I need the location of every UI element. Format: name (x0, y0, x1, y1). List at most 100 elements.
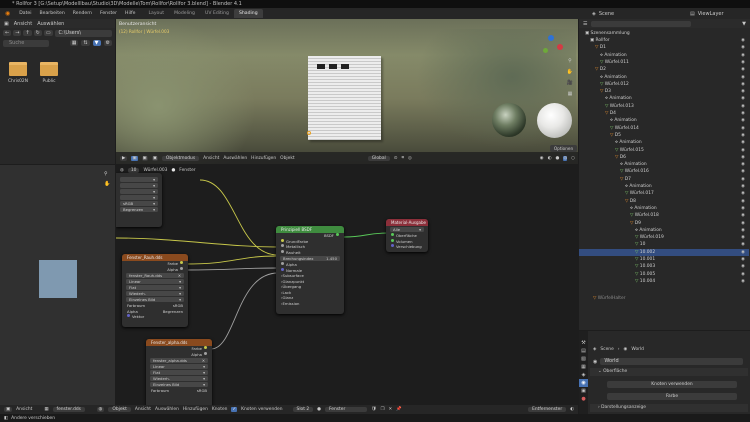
node-row[interactable]: Farbraum sRGB (146, 388, 212, 394)
outliner-item[interactable]: ⟡ Animation ◉ (579, 95, 749, 102)
outliner-item[interactable]: ▽ Würfel.015 ◉ (579, 147, 749, 154)
outliner-item[interactable]: ▽ Würfel.011 ◉ (579, 59, 749, 66)
node-field[interactable]: Wiederh. ▾ (126, 291, 184, 296)
outliner-item[interactable]: ▽ 10.003 ◉ (579, 263, 749, 270)
shader-node-editor[interactable]: ◍ 10 Würfel.003 ● Fenster ▾ ▾ ▾ ▾ sRGB ▾ … (116, 165, 578, 405)
node-field[interactable]: ▾ (120, 183, 158, 188)
image-menu-view[interactable]: Ansicht (16, 407, 32, 412)
outliner-item[interactable]: ⟡ Animation ◉ (579, 205, 749, 212)
outliner-item[interactable]: ▽ WürfelHalter (579, 295, 749, 302)
outliner-item[interactable]: ▽ Würfel.014 ◉ (579, 125, 749, 132)
building-object[interactable] (308, 56, 381, 140)
filter-icon[interactable]: ▼ (92, 40, 101, 46)
pan-hand-icon[interactable]: ✋ (104, 179, 110, 189)
duplicate-icon[interactable]: ❐ (381, 407, 385, 412)
axis-y-icon[interactable] (543, 48, 548, 53)
camera-icon[interactable]: 🎥 (565, 78, 575, 89)
view-layer-selector[interactable]: ▤ ViewLayer (690, 10, 724, 17)
fb-menu-view[interactable]: Ansicht (14, 21, 32, 27)
visibility-eye-icon[interactable]: ◉ (741, 52, 745, 59)
surface-panel-header[interactable]: ⌄ Oberfläche (590, 368, 748, 376)
outliner-item[interactable]: ▽ Würfel.018 ◉ (579, 212, 749, 219)
outliner-item[interactable]: ▽ D1 ◉ (579, 44, 749, 51)
vp-menu-add[interactable]: Hinzufügen (251, 156, 276, 161)
outliner-item[interactable]: ⟡ Animation ◉ (579, 161, 749, 168)
visibility-eye-icon[interactable]: ◉ (741, 227, 745, 234)
node-field[interactable]: Flat ▾ (126, 285, 184, 290)
axis-x-icon[interactable] (557, 44, 563, 50)
menu-window[interactable]: Fenster (96, 8, 121, 19)
outliner-item[interactable]: ▽ D4 ◉ (579, 110, 749, 117)
overlay-icon[interactable]: ◐ (570, 407, 574, 412)
node-principled-bsdf[interactable]: Prinzipiell BSDF BSDF GrundFarbe Metalli… (276, 226, 344, 314)
outliner-item[interactable]: ▽ D2 ◉ (579, 66, 749, 73)
folder-item[interactable]: Public (36, 62, 62, 84)
outliner-item[interactable]: ▽ 10.002 ◉ (579, 248, 749, 256)
render-tab-icon[interactable]: ▤ (579, 347, 588, 355)
node-target-field[interactable]: Alle ▾ (390, 227, 424, 232)
outliner-item[interactable]: ⟡ Animation ◉ (579, 139, 749, 146)
node-input-socket[interactable]: Verschiebung (386, 244, 428, 250)
visibility-eye-icon[interactable]: ◉ (741, 212, 745, 219)
ne-menu-node[interactable]: Knoten (212, 407, 228, 412)
select-mode-icon[interactable]: ▣ (131, 155, 138, 161)
node-ior-field[interactable]: Brechungsindex 1.450 (280, 256, 340, 261)
mode-dropdown[interactable]: Objektmodus (161, 155, 200, 161)
tool-tab-icon[interactable]: ⚒ (579, 339, 588, 347)
visibility-icon[interactable]: ◉ (540, 156, 544, 161)
outliner-item[interactable]: ▽ D6 ◉ (579, 154, 749, 161)
outliner-root[interactable]: ▣ Szenensammlung (579, 30, 749, 37)
material-name-field[interactable]: Fenster (324, 407, 367, 412)
visibility-eye-icon[interactable]: ◉ (741, 74, 745, 81)
outliner-item[interactable]: ▽ D3 ◉ (579, 88, 749, 95)
outliner-item[interactable]: ⟡ Animation ◉ (579, 183, 749, 190)
node-field[interactable]: Flat ▾ (150, 370, 208, 375)
view-layer-tab-icon[interactable]: ▦ (579, 363, 588, 371)
snap-icon[interactable]: ⌗ (401, 155, 403, 161)
fb-menu-select[interactable]: Auswählen (37, 21, 64, 27)
outliner-item[interactable]: ⟡ Animation ◉ (579, 74, 749, 81)
outliner-item[interactable]: ▽ Würfel.017 ◉ (579, 190, 749, 197)
use-nodes-checkbox[interactable]: ✓ (231, 407, 238, 412)
visibility-eye-icon[interactable]: ◉ (741, 234, 745, 241)
settings-icon[interactable]: ⚙ (103, 40, 112, 46)
visibility-eye-icon[interactable]: ◉ (741, 117, 745, 124)
shading-rendered-icon[interactable]: ○ (571, 156, 575, 161)
outliner-item[interactable]: ▽ D9 ◉ (579, 220, 749, 227)
ne-menu-select[interactable]: Auswählen (155, 407, 179, 412)
object-tab-icon[interactable]: ▣ (579, 387, 588, 395)
pivot-icon[interactable]: ⊙ (394, 156, 398, 161)
visibility-eye-icon[interactable]: ◉ (741, 59, 745, 66)
visibility-eye-icon[interactable]: ◉ (741, 256, 745, 263)
zoom-icon[interactable]: ⚲ (565, 56, 575, 67)
node-image-field[interactable]: fenster_Rauh.dds ✕ (126, 273, 184, 278)
sort-icon[interactable]: ⇅ (81, 40, 90, 46)
node-input-socket[interactable]: Vektor (122, 314, 188, 320)
menu-edit[interactable]: Bearbeiten (36, 8, 69, 19)
filter-icon[interactable]: ▼ (742, 21, 746, 27)
outliner-search-input[interactable] (591, 20, 692, 27)
search-input[interactable]: Suche (3, 39, 49, 47)
visibility-eye-icon[interactable]: ◉ (741, 220, 745, 227)
blender-logo-icon[interactable]: ◉ (0, 10, 15, 17)
grid-icon[interactable]: ▦ (565, 89, 575, 100)
node-field[interactable]: Linear ▾ (150, 364, 208, 369)
node-header[interactable]: Material-Ausgabe (386, 219, 428, 226)
visibility-eye-icon[interactable]: ◉ (741, 205, 745, 212)
visibility-eye-icon[interactable]: ◉ (741, 241, 745, 248)
use-nodes-button[interactable]: Knoten verwenden (607, 381, 737, 388)
unlink-icon[interactable]: ✕ (389, 407, 393, 412)
node-field[interactable]: Wiederh. ▾ (150, 376, 208, 381)
visibility-eye-icon[interactable]: ◉ (741, 190, 745, 197)
node-field[interactable]: ▾ (120, 189, 158, 194)
visibility-eye-icon[interactable]: ◉ (741, 88, 745, 95)
axis-z-icon[interactable] (548, 35, 554, 41)
editor-type-icon[interactable]: ☰ (583, 21, 587, 27)
editor-type-icon[interactable]: ▣ (4, 21, 9, 27)
outliner-item[interactable]: ▽ 10.004 ◉ (579, 278, 749, 285)
node-field[interactable]: Linear ▾ (126, 279, 184, 284)
node-image-field[interactable]: fenster_alpha.dds ✕ (150, 358, 208, 363)
outliner-item[interactable]: ▽ Würfel.013 ◉ (579, 103, 749, 110)
visibility-eye-icon[interactable]: ◉ (741, 168, 745, 175)
transform-orientation[interactable]: Global (367, 155, 390, 161)
